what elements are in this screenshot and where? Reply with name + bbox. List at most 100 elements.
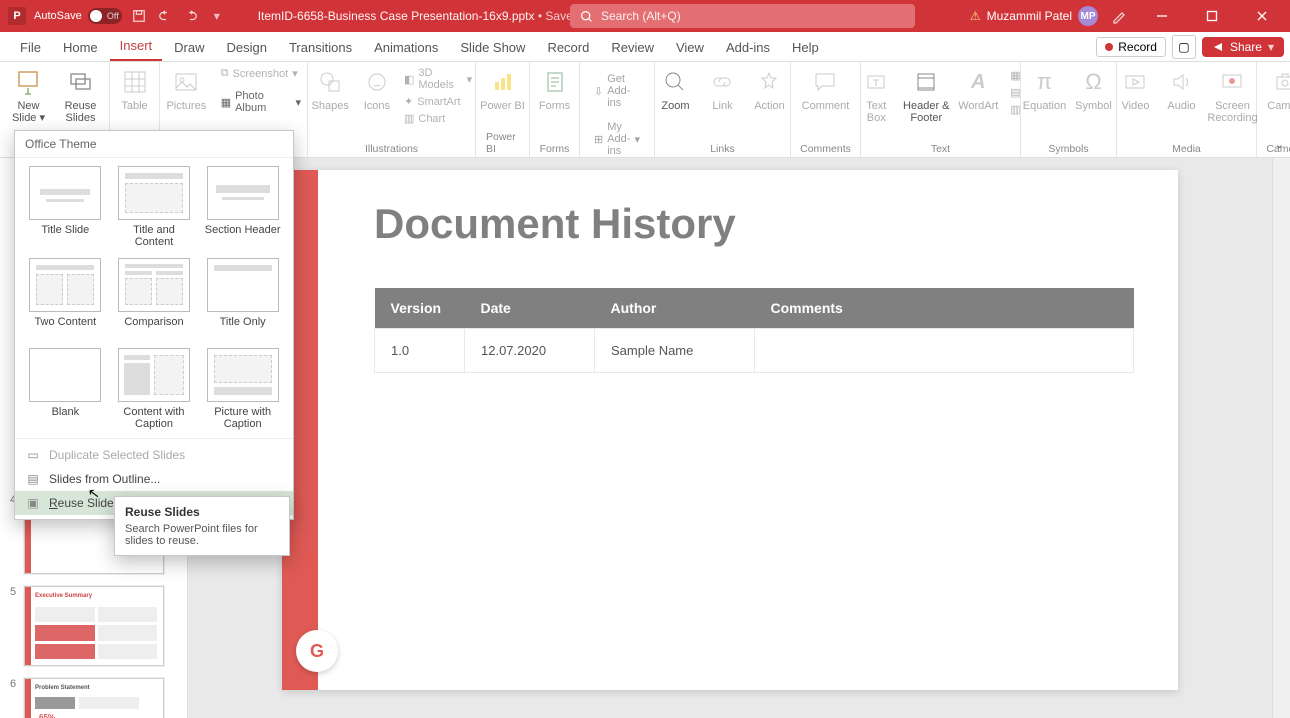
layout-content-caption[interactable]: Content with Caption xyxy=(114,348,195,430)
new-slide-button[interactable]: New Slide ▾ xyxy=(6,66,52,124)
tab-home[interactable]: Home xyxy=(53,34,108,61)
user-name: Muzammil Patel xyxy=(987,9,1072,23)
equation-button[interactable]: πEquation xyxy=(1022,66,1066,112)
comment-button[interactable]: Comment xyxy=(799,66,851,112)
outline-icon: ▤ xyxy=(25,472,41,486)
tab-addins[interactable]: Add-ins xyxy=(716,34,780,61)
thumbnail-6[interactable]: 6 Problem Statement 65% xyxy=(0,672,187,718)
save-icon[interactable] xyxy=(130,7,148,25)
tab-draw[interactable]: Draw xyxy=(164,34,214,61)
ink-icon[interactable] xyxy=(1110,7,1128,25)
tab-help[interactable]: Help xyxy=(782,34,829,61)
tab-animations[interactable]: Animations xyxy=(364,34,448,61)
table-button[interactable]: Table xyxy=(109,66,161,112)
tab-insert[interactable]: Insert xyxy=(110,32,163,61)
action-button[interactable]: Action xyxy=(748,66,790,112)
powerbi-button[interactable]: Power BI xyxy=(477,66,529,112)
slide[interactable]: Document History Version Date Author Com… xyxy=(282,170,1178,690)
menu-slides-from-outline[interactable]: ▤Slides from Outline... xyxy=(15,467,293,491)
forms-label: Forms xyxy=(540,143,570,155)
account-button[interactable]: ⚠ Muzammil Patel MP xyxy=(970,6,1098,26)
badge[interactable]: G xyxy=(296,630,338,672)
history-table[interactable]: Version Date Author Comments 1.0 12.07.2… xyxy=(374,288,1134,373)
photo-album-button[interactable]: ▦Photo Album ▾ xyxy=(217,89,305,115)
link-button[interactable]: Link xyxy=(702,66,742,112)
autosave-toggle[interactable]: AutoSave Off xyxy=(34,8,122,24)
audio-button[interactable]: Audio xyxy=(1161,66,1201,112)
layout-picture-caption[interactable]: Picture with Caption xyxy=(202,348,283,430)
chart-button[interactable]: ▥Chart xyxy=(400,111,476,126)
layout-comparison[interactable]: Comparison xyxy=(114,258,195,338)
reuse-slides-button[interactable]: Reuse Slides xyxy=(58,66,104,124)
cursor-icon: ↖ xyxy=(87,484,101,502)
addins-icon: ⊞ xyxy=(594,133,603,146)
symbol-button[interactable]: ΩSymbol xyxy=(1072,66,1114,112)
qat-dropdown-icon[interactable]: ▾ xyxy=(208,7,226,25)
layout-title-content[interactable]: Title and Content xyxy=(114,166,195,248)
collapse-ribbon-button[interactable]: ⌄ xyxy=(1275,138,1284,151)
search-input[interactable]: Search (Alt+Q) xyxy=(570,4,915,28)
header-footer-button[interactable]: Header & Footer xyxy=(902,66,950,124)
app-icon: P xyxy=(8,7,26,25)
layout-blank[interactable]: Blank xyxy=(25,348,106,430)
col-comments: Comments xyxy=(755,288,1134,329)
slide-title[interactable]: Document History xyxy=(374,200,736,248)
tab-file[interactable]: File xyxy=(10,34,51,61)
record-dot-icon xyxy=(1105,43,1113,51)
menu-duplicate-slides: ▭Duplicate Selected Slides xyxy=(15,443,293,467)
tab-record[interactable]: Record xyxy=(537,34,599,61)
tab-view[interactable]: View xyxy=(666,34,714,61)
warning-icon: ⚠ xyxy=(970,9,981,23)
present-mode-button[interactable]: ▢ xyxy=(1172,35,1196,59)
autosave-state[interactable]: Off xyxy=(88,8,122,24)
record-button[interactable]: Record xyxy=(1096,37,1166,57)
redo-icon[interactable] xyxy=(182,7,200,25)
my-addins-button[interactable]: ⊞My Add-ins ▾ xyxy=(590,120,644,158)
screenshot-button[interactable]: ⧉Screenshot ▾ xyxy=(217,66,305,81)
tab-slideshow[interactable]: Slide Show xyxy=(450,34,535,61)
zoom-button[interactable]: Zoom xyxy=(654,66,696,112)
tab-transitions[interactable]: Transitions xyxy=(279,34,362,61)
col-version: Version xyxy=(375,288,465,329)
cube-icon: ◧ xyxy=(404,73,414,86)
minimize-button[interactable] xyxy=(1140,0,1184,32)
layout-two-content[interactable]: Two Content xyxy=(25,258,106,338)
share-button[interactable]: Share▾ xyxy=(1202,37,1284,57)
duplicate-icon: ▭ xyxy=(25,448,41,462)
vertical-scrollbar[interactable] xyxy=(1272,158,1290,718)
get-addins-button[interactable]: ⇩Get Add-ins xyxy=(590,72,644,110)
col-date: Date xyxy=(465,288,595,329)
layout-section-header[interactable]: Section Header xyxy=(202,166,283,248)
illustrations-label: Illustrations xyxy=(365,143,418,155)
forms-button[interactable]: Forms xyxy=(529,66,581,112)
table-row[interactable]: 1.0 12.07.2020 Sample Name xyxy=(375,329,1134,373)
slide-canvas[interactable]: Document History Version Date Author Com… xyxy=(188,158,1272,718)
autosave-label: AutoSave xyxy=(34,10,82,22)
layout-title-only[interactable]: Title Only xyxy=(202,258,283,338)
ribbon-tabs: File Home Insert Draw Design Transitions… xyxy=(0,32,1290,62)
tab-design[interactable]: Design xyxy=(217,34,277,61)
screen-recording-button[interactable]: Screen Recording xyxy=(1207,66,1257,124)
share-icon xyxy=(1212,41,1224,53)
icons-button[interactable]: Icons xyxy=(360,66,394,112)
3d-models-button[interactable]: ◧3D Models ▾ xyxy=(400,66,476,92)
tab-review[interactable]: Review xyxy=(601,34,664,61)
smartart-button[interactable]: ✦SmartArt xyxy=(400,94,476,109)
search-icon xyxy=(580,10,593,23)
close-button[interactable] xyxy=(1240,0,1284,32)
textbox-button[interactable]: Text Box xyxy=(856,66,896,124)
wordart-button[interactable]: AWordArt xyxy=(956,66,1000,112)
pictures-button[interactable]: Pictures xyxy=(162,66,211,112)
maximize-button[interactable] xyxy=(1190,0,1234,32)
smartart-icon: ✦ xyxy=(404,95,413,108)
text-label: Text xyxy=(931,143,950,155)
photo-album-icon: ▦ xyxy=(221,96,231,109)
cameo-button[interactable]: Cameo xyxy=(1259,66,1290,112)
layout-title-slide[interactable]: Title Slide xyxy=(25,166,106,248)
new-slide-gallery[interactable]: Office Theme Title Slide Title and Conte… xyxy=(14,130,294,520)
shapes-button[interactable]: Shapes xyxy=(307,66,354,112)
video-button[interactable]: Video xyxy=(1115,66,1155,112)
undo-icon[interactable] xyxy=(156,7,174,25)
thumbnail-5[interactable]: 5 Executive Summary xyxy=(0,580,187,672)
store-icon: ⇩ xyxy=(594,85,603,98)
